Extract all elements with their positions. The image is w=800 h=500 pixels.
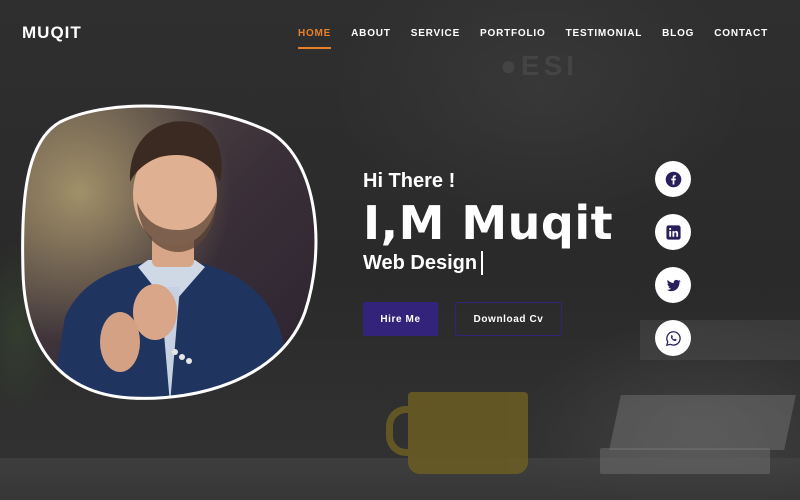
whatsapp-link[interactable] — [655, 320, 691, 356]
nav-about[interactable]: ABOUT — [351, 22, 391, 45]
nav-contact[interactable]: CONTACT — [714, 22, 768, 45]
background-mug — [386, 392, 528, 474]
main-nav: HOME ABOUT SERVICE PORTFOLIO TESTIMONIAL… — [278, 22, 768, 49]
social-links — [655, 161, 691, 356]
twitter-link[interactable] — [655, 267, 691, 303]
linkedin-icon — [665, 224, 681, 240]
profile-photo-blob — [21, 104, 318, 400]
linkedin-link[interactable] — [655, 214, 691, 250]
hire-me-button[interactable]: Hire Me — [363, 302, 438, 336]
hero-name: I,M Muqit — [363, 196, 614, 250]
nav-portfolio[interactable]: PORTFOLIO — [480, 22, 546, 45]
site-header: MUQIT HOME ABOUT SERVICE PORTFOLIO TESTI… — [0, 0, 800, 66]
nav-blog[interactable]: BLOG — [662, 22, 694, 45]
twitter-icon — [666, 279, 681, 291]
facebook-link[interactable] — [655, 161, 691, 197]
nav-home[interactable]: HOME — [297, 22, 332, 49]
background-paper — [609, 395, 796, 450]
hero-greeting: Hi There ! — [363, 170, 456, 192]
hero-text: Hi There ! I,M Muqit Web Design — [363, 170, 613, 275]
typing-cursor — [481, 251, 484, 275]
hero-buttons: Hire Me Download Cv — [363, 302, 562, 336]
background-laptop — [600, 448, 770, 474]
hero-role: Web Design — [363, 251, 613, 275]
nav-service[interactable]: SERVICE — [411, 22, 460, 45]
whatsapp-icon — [665, 330, 681, 346]
facebook-icon — [665, 171, 681, 187]
download-cv-button[interactable]: Download Cv — [455, 302, 562, 336]
profile-photo — [20, 102, 322, 404]
site-logo[interactable]: MUQIT — [22, 23, 82, 43]
hero-role-text: Web Design — [363, 251, 478, 274]
nav-testimonial[interactable]: TESTIMONIAL — [566, 22, 643, 45]
